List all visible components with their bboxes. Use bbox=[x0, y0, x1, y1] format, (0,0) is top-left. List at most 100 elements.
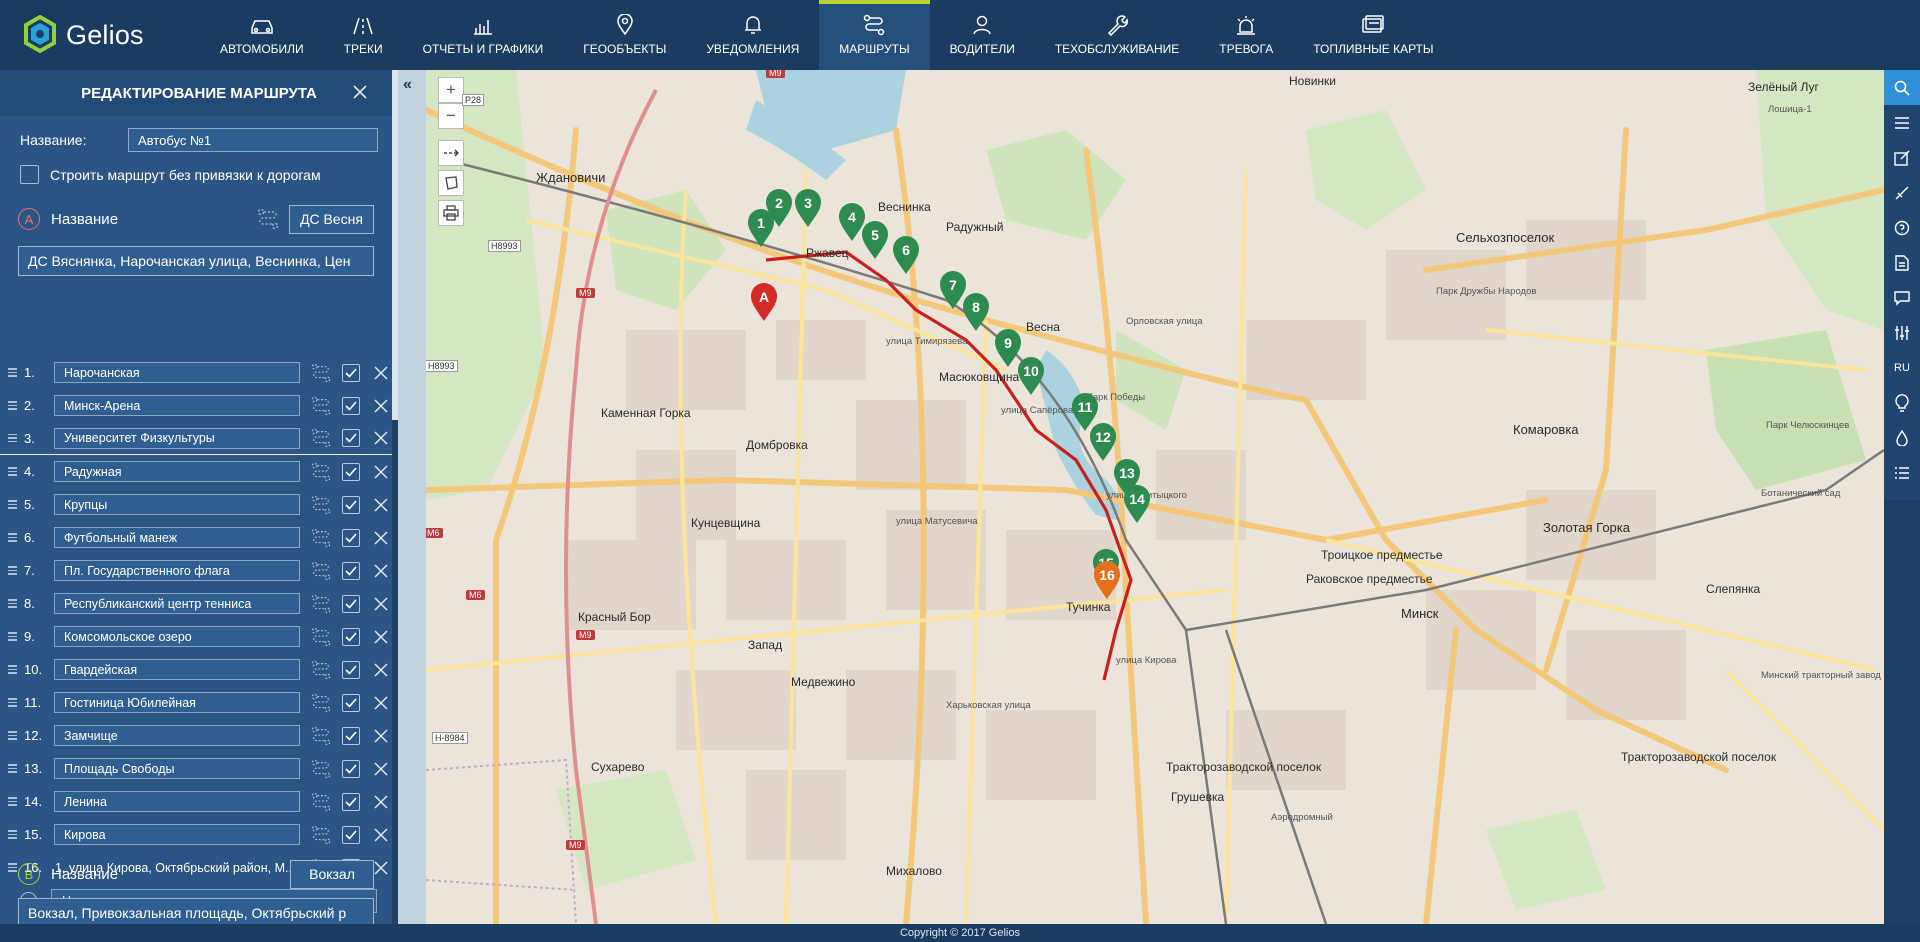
stop-marker[interactable]: 16 bbox=[1092, 560, 1122, 600]
remove-stop-icon[interactable] bbox=[373, 530, 389, 546]
stop-checkbox[interactable] bbox=[342, 495, 360, 514]
stop-name-input[interactable]: Площадь Свободы bbox=[54, 758, 300, 779]
remove-stop-icon[interactable] bbox=[373, 860, 389, 876]
zoom-in-button[interactable]: + bbox=[438, 77, 464, 103]
stop-checkbox[interactable] bbox=[342, 693, 360, 712]
remove-stop-icon[interactable] bbox=[373, 398, 389, 414]
drag-handle-icon[interactable] bbox=[8, 764, 18, 773]
remove-stop-icon[interactable] bbox=[373, 464, 389, 480]
help-button[interactable] bbox=[1884, 210, 1920, 245]
route-edit-icon[interactable] bbox=[310, 495, 332, 515]
route-edit-icon[interactable] bbox=[310, 693, 332, 713]
route-name-input[interactable]: Автобус №1 bbox=[128, 128, 378, 152]
remove-stop-icon[interactable] bbox=[373, 430, 389, 446]
stop-name-input[interactable]: Гвардейская bbox=[54, 659, 300, 680]
nav-item-cars[interactable]: Автомобили bbox=[200, 0, 324, 70]
list-button[interactable] bbox=[1884, 455, 1920, 490]
route-edit-icon[interactable] bbox=[310, 462, 332, 482]
stop-marker[interactable]: 3 bbox=[793, 188, 823, 228]
nav-item-geoobjects[interactable]: Геообъекты bbox=[563, 0, 686, 70]
route-edit-icon[interactable] bbox=[310, 759, 332, 779]
stop-name-input[interactable]: Республиканский центр тенниса bbox=[54, 593, 300, 614]
drag-handle-icon[interactable] bbox=[8, 665, 18, 674]
stop-marker[interactable]: 6 bbox=[891, 235, 921, 275]
stop-checkbox[interactable] bbox=[342, 561, 360, 580]
drag-handle-icon[interactable] bbox=[8, 698, 18, 707]
stop-row[interactable]: 12. Замчище bbox=[0, 719, 392, 752]
nav-item-fuel-cards[interactable]: Топливные карты bbox=[1293, 0, 1453, 70]
remove-stop-icon[interactable] bbox=[373, 695, 389, 711]
nav-item-notifications[interactable]: Уведомления bbox=[686, 0, 819, 70]
settings-button[interactable] bbox=[1884, 315, 1920, 350]
route-edit-icon[interactable] bbox=[256, 208, 280, 230]
route-edit-icon[interactable] bbox=[310, 825, 332, 845]
stop-name-input[interactable]: Футбольный манеж bbox=[54, 527, 300, 548]
stop-row[interactable]: 15. Кирова bbox=[0, 818, 392, 851]
route-edit-icon[interactable] bbox=[310, 396, 332, 416]
route-edit-icon[interactable] bbox=[310, 594, 332, 614]
remove-stop-icon[interactable] bbox=[373, 662, 389, 678]
stop-row[interactable]: 3. Университет Физкультуры bbox=[0, 422, 392, 455]
zoom-out-button[interactable]: − bbox=[438, 103, 464, 129]
collapse-chevron-icon[interactable]: « bbox=[403, 76, 412, 94]
chat-button[interactable] bbox=[1884, 280, 1920, 315]
stop-checkbox[interactable] bbox=[342, 396, 360, 415]
remove-stop-icon[interactable] bbox=[373, 794, 389, 810]
stop-name-input[interactable]: Ленина bbox=[54, 791, 300, 812]
stop-row[interactable]: 14. Ленина bbox=[0, 785, 392, 818]
marker-start-a[interactable]: A bbox=[749, 282, 779, 322]
ruler-button[interactable] bbox=[1884, 175, 1920, 210]
stop-checkbox[interactable] bbox=[342, 759, 360, 778]
stop-checkbox[interactable] bbox=[342, 594, 360, 613]
nav-item-maintenance[interactable]: Техобслуживание bbox=[1035, 0, 1199, 70]
stop-name-input[interactable]: Кирова bbox=[54, 824, 300, 845]
stop-checkbox[interactable] bbox=[342, 627, 360, 646]
draw-route-button[interactable] bbox=[438, 140, 464, 166]
stop-name-input[interactable]: Минск-Арена bbox=[54, 395, 300, 416]
nav-item-reports[interactable]: Отчеты и графики bbox=[403, 0, 564, 70]
no-roads-checkbox[interactable] bbox=[20, 165, 39, 184]
route-edit-icon[interactable] bbox=[310, 428, 332, 448]
remove-stop-icon[interactable] bbox=[373, 761, 389, 777]
stop-row[interactable]: 11. Гостиница Юбилейная bbox=[0, 686, 392, 719]
panel-collapse-strip[interactable]: « bbox=[398, 70, 426, 924]
drag-handle-icon[interactable] bbox=[8, 731, 18, 740]
remove-stop-icon[interactable] bbox=[373, 563, 389, 579]
drag-handle-icon[interactable] bbox=[8, 368, 18, 377]
stop-name-input[interactable]: Крупцы bbox=[54, 494, 300, 515]
drag-handle-icon[interactable] bbox=[8, 566, 18, 575]
stop-name-input[interactable]: Гостиница Юбилейная bbox=[54, 692, 300, 713]
drag-handle-icon[interactable] bbox=[8, 533, 18, 542]
stop-checkbox[interactable] bbox=[342, 363, 360, 382]
stop-marker[interactable]: 2 bbox=[764, 188, 794, 228]
drag-handle-icon[interactable] bbox=[8, 467, 18, 476]
stop-row[interactable]: 8. Республиканский центр тенниса bbox=[0, 587, 392, 620]
stop-marker[interactable]: 8 bbox=[961, 292, 991, 332]
stop-name-input[interactable]: Пл. Государственного флага bbox=[54, 560, 300, 581]
stop-checkbox[interactable] bbox=[342, 726, 360, 745]
nav-item-tracks[interactable]: Треки bbox=[324, 0, 403, 70]
search-button[interactable] bbox=[1884, 70, 1920, 105]
drag-handle-icon[interactable] bbox=[8, 830, 18, 839]
print-button[interactable] bbox=[438, 200, 464, 226]
stop-name-input[interactable]: Радужная bbox=[54, 461, 300, 482]
route-edit-icon[interactable] bbox=[310, 561, 332, 581]
nav-item-drivers[interactable]: Водители bbox=[930, 0, 1035, 70]
stop-row[interactable]: 9. Комсомольское озеро bbox=[0, 620, 392, 653]
nav-item-alarm[interactable]: Тревога bbox=[1199, 0, 1293, 70]
drag-handle-icon[interactable] bbox=[8, 500, 18, 509]
stop-row[interactable]: 5. Крупцы bbox=[0, 488, 392, 521]
stop-row[interactable]: 2. Минск-Арена bbox=[0, 389, 392, 422]
drop-button[interactable] bbox=[1884, 420, 1920, 455]
stop-row[interactable]: 1. Нарочанская bbox=[0, 356, 392, 389]
menu-button[interactable] bbox=[1884, 105, 1920, 140]
route-edit-icon[interactable] bbox=[310, 627, 332, 647]
stop-checkbox[interactable] bbox=[342, 462, 360, 481]
close-icon[interactable] bbox=[350, 82, 370, 102]
route-edit-icon[interactable] bbox=[310, 792, 332, 812]
stop-marker[interactable]: 10 bbox=[1016, 356, 1046, 396]
stop-checkbox[interactable] bbox=[342, 528, 360, 547]
stop-marker[interactable]: 14 bbox=[1122, 484, 1152, 524]
stop-row[interactable]: 4. Радужная bbox=[0, 455, 392, 488]
point-b-address[interactable]: Вокзал, Привокзальная площадь, Октябрьск… bbox=[18, 898, 374, 924]
